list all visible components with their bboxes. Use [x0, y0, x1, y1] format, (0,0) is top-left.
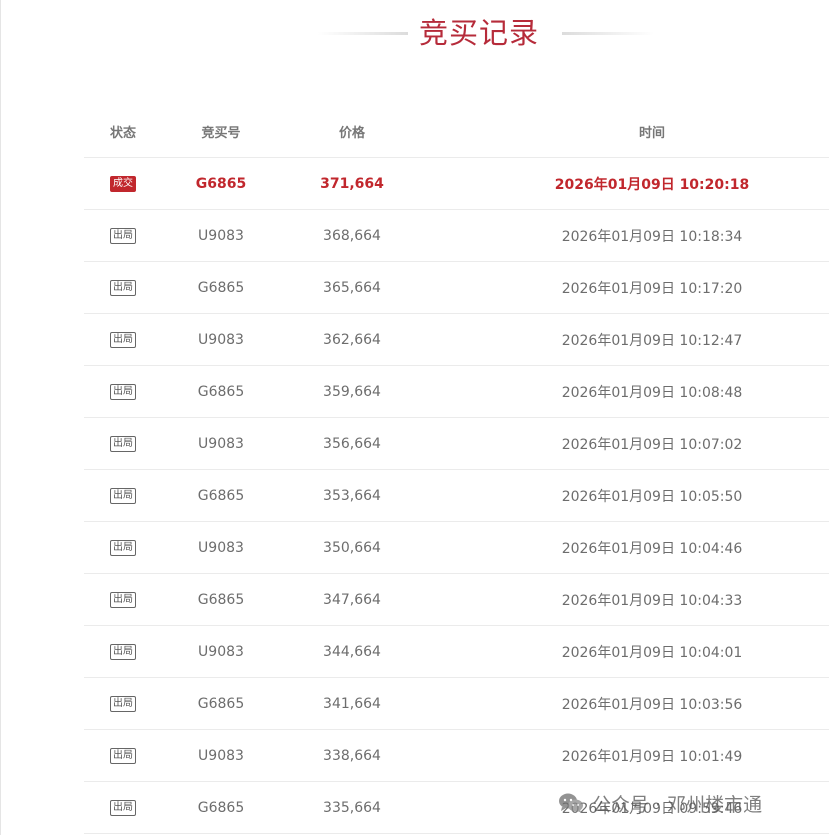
bidder-cell: G6865: [197, 591, 245, 608]
status-cell: 出局: [84, 678, 162, 729]
title-decoration-left: [318, 32, 408, 35]
bidder-cell: U9083: [198, 539, 244, 556]
time-cell: 2026年01月09日 10:18:34: [561, 228, 743, 245]
table-body: 成交 G6865 371,664 2026年01月09日 10:20:18 出局 U908…: [84, 158, 829, 834]
table-row: 成交 G6865 371,664 2026年01月09日 10:20:18: [84, 158, 829, 210]
bidder-cell: G6865: [197, 799, 245, 816]
price-cell: 365,664: [323, 279, 381, 296]
status-badge: 出局: [110, 487, 136, 504]
status-badge: 成交: [110, 175, 136, 192]
status-badge: 出局: [110, 643, 136, 660]
status-badge: 出局: [110, 435, 136, 452]
status-cell: 出局: [84, 574, 162, 625]
watermark-text: 公众号 · 邓州楼市通: [592, 793, 763, 816]
status-badge: 出局: [110, 539, 136, 556]
status-badge: 出局: [110, 747, 136, 764]
status-badge: 出局: [110, 279, 136, 296]
time-cell: 2026年01月09日 10:04:01: [561, 644, 743, 661]
time-cell: 2026年01月09日 10:05:50: [561, 488, 743, 505]
status-badge: 出局: [110, 591, 136, 608]
time-cell: 2026年01月09日 10:03:56: [561, 696, 743, 713]
status-cell: 出局: [84, 522, 162, 573]
bidder-cell: U9083: [198, 331, 244, 348]
time-cell: 2026年01月09日 10:07:02: [561, 436, 743, 453]
price-cell: 356,664: [323, 435, 381, 452]
status-cell: 出局: [84, 418, 162, 469]
price-cell: 335,664: [323, 799, 381, 816]
header-bidder: 竞买号: [201, 125, 241, 141]
table-row: 出局 U9083 338,664 2026年01月09日 10:01:49: [84, 730, 829, 782]
price-cell: 338,664: [323, 747, 381, 764]
time-cell: 2026年01月09日 10:04:46: [561, 540, 743, 557]
status-cell: 出局: [84, 314, 162, 365]
watermark: 公众号 · 邓州楼市通: [558, 788, 826, 818]
price-cell: 347,664: [323, 591, 381, 608]
price-cell: 362,664: [323, 331, 381, 348]
status-cell: 出局: [84, 262, 162, 313]
page-left-border: [0, 0, 1, 835]
price-cell: 341,664: [323, 695, 381, 712]
bidder-cell: G6865: [197, 279, 245, 296]
table-row: 出局 U9083 344,664 2026年01月09日 10:04:01: [84, 626, 829, 678]
price-cell: 368,664: [323, 227, 381, 244]
bidder-cell: U9083: [198, 227, 244, 244]
bidder-cell: G6865: [197, 383, 245, 400]
title-decoration-right: [562, 32, 654, 35]
table-row: 出局 G6865 347,664 2026年01月09日 10:04:33: [84, 574, 829, 626]
bid-records-table: 状态 竞买号 价格 时间 成交 G6865 371,664 2026年01月09日 1…: [84, 105, 829, 834]
bidder-cell: U9083: [198, 747, 244, 764]
status-cell: 出局: [84, 782, 162, 833]
header-time: 时间: [638, 125, 665, 141]
status-badge: 出局: [110, 383, 136, 400]
header-status: 状态: [109, 125, 136, 141]
status-badge: 出局: [110, 331, 136, 348]
status-cell: 出局: [84, 366, 162, 417]
status-cell: 出局: [84, 626, 162, 677]
table-row: 出局 U9083 368,664 2026年01月09日 10:18:34: [84, 210, 829, 262]
time-cell: 2026年01月09日 10:04:33: [561, 592, 743, 609]
time-cell: 2026年01月09日 10:08:48: [561, 384, 743, 401]
status-cell: 出局: [84, 730, 162, 781]
bidder-cell: G6865: [195, 175, 247, 192]
bidder-cell: U9083: [198, 643, 244, 660]
table-row: 出局 U9083 350,664 2026年01月09日 10:04:46: [84, 522, 829, 574]
page-title: 竞买记录: [419, 16, 540, 50]
table-header: 状态 竞买号 价格 时间: [84, 105, 829, 158]
table-row: 出局 G6865 365,664 2026年01月09日 10:17:20: [84, 262, 829, 314]
price-cell: 359,664: [323, 383, 381, 400]
page-header: 竞买记录: [0, 10, 829, 56]
table-row: 出局 G6865 359,664 2026年01月09日 10:08:48: [84, 366, 829, 418]
table-row: 出局 U9083 356,664 2026年01月09日 10:07:02: [84, 418, 829, 470]
time-cell: 2026年01月09日 10:17:20: [561, 280, 743, 297]
price-cell: 353,664: [323, 487, 381, 504]
time-cell: 2026年01月09日 10:01:49: [561, 748, 743, 765]
status-cell: 出局: [84, 470, 162, 521]
wechat-icon: [559, 793, 583, 813]
status-badge: 出局: [110, 695, 136, 712]
status-badge: 出局: [110, 799, 136, 816]
time-cell: 2026年01月09日 10:12:47: [561, 332, 743, 349]
time-cell: 2026年01月09日 10:20:18: [554, 176, 750, 193]
bidder-cell: U9083: [198, 435, 244, 452]
status-badge: 出局: [110, 227, 136, 244]
bidder-cell: G6865: [197, 487, 245, 504]
price-cell: 371,664: [320, 175, 384, 192]
price-cell: 344,664: [323, 643, 381, 660]
table-row: 出局 G6865 341,664 2026年01月09日 10:03:56: [84, 678, 829, 730]
price-cell: 350,664: [323, 539, 381, 556]
header-price: 价格: [338, 125, 365, 141]
bidder-cell: G6865: [197, 695, 245, 712]
status-cell: 成交: [84, 158, 162, 209]
status-cell: 出局: [84, 210, 162, 261]
table-row: 出局 G6865 353,664 2026年01月09日 10:05:50: [84, 470, 829, 522]
table-row: 出局 U9083 362,664 2026年01月09日 10:12:47: [84, 314, 829, 366]
